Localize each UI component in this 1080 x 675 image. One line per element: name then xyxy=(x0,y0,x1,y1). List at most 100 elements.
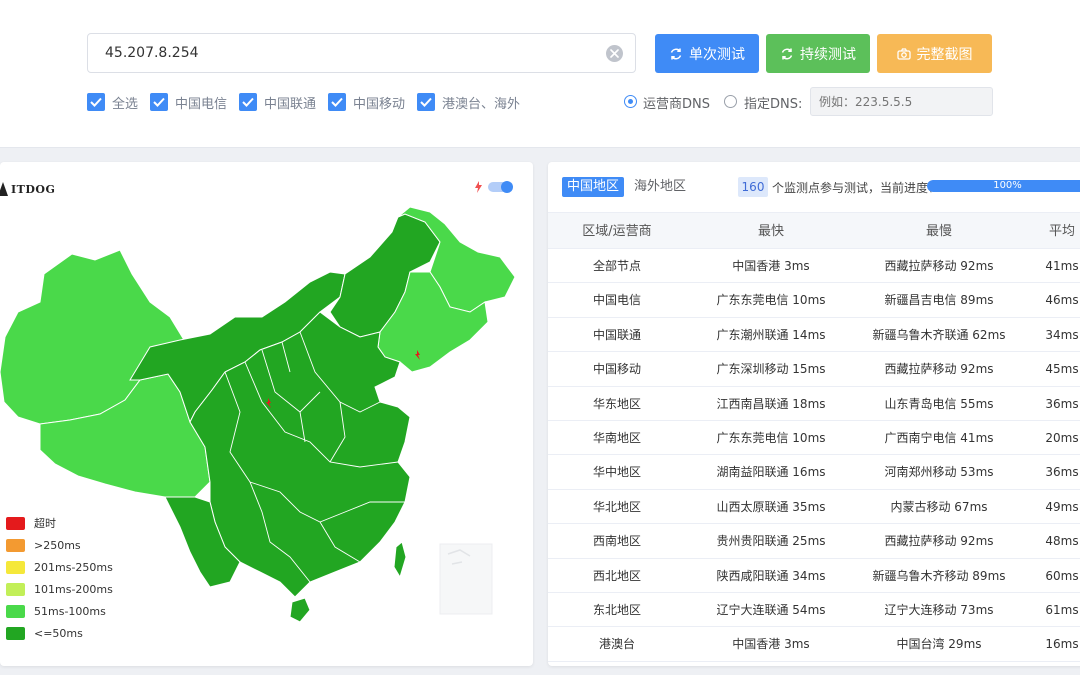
cell-slowest: 广西南宁电信 41ms xyxy=(884,430,994,445)
refresh-icon xyxy=(670,48,682,59)
cell-average: 41ms xyxy=(1045,259,1079,273)
filter-label: 全选 xyxy=(112,96,139,112)
table-row[interactable]: 华东地区 江西南昌联通 18ms 山东青岛电信 55ms 36ms xyxy=(548,387,1080,421)
latency-legend: 超时 >250ms 201ms-250ms 101ms-200ms 51ms-1… xyxy=(6,512,113,644)
latency-map-card: ITDOG 超时 >250ms 201ms-250ms 101ms-200ms … xyxy=(0,162,533,666)
cell-fastest: 广东深圳移动 15ms xyxy=(716,362,826,377)
header-slowest[interactable]: 最慢 xyxy=(856,213,1022,250)
table-body: 全部节点 中国香港 3ms 西藏拉萨移动 92ms 41ms 中国电信 广东东莞电信 1… xyxy=(548,249,1080,662)
cell-fastest: 辽宁大连联通 54ms xyxy=(716,602,826,617)
table-row[interactable]: 中国移动 广东深圳移动 15ms 西藏拉萨移动 92ms 45ms xyxy=(548,352,1080,387)
legend-swatch xyxy=(6,626,25,640)
legend-swatch xyxy=(6,560,25,574)
cell-slowest: 西藏拉萨移动 92ms xyxy=(884,259,994,273)
cell-fastest: 中国香港 3ms xyxy=(732,637,810,652)
cell-fastest: 湖南益阳联通 16ms xyxy=(716,465,826,480)
custom-dns-input[interactable] xyxy=(810,87,993,116)
table-row[interactable]: 华中地区 湖南益阳联通 16ms 河南郑州移动 53ms 36ms xyxy=(548,455,1080,490)
single-test-button[interactable]: 单次测试 xyxy=(655,34,759,73)
single-test-label: 单次测试 xyxy=(689,46,745,63)
cell-region: 中国联通 xyxy=(592,327,641,342)
cell-average: 16ms xyxy=(1045,637,1079,652)
table-row[interactable]: 东北地区 辽宁大连联通 54ms 辽宁大连移动 73ms 61ms xyxy=(548,593,1080,628)
legend-label: <=50ms xyxy=(34,626,83,640)
carrier-dns-radio[interactable] xyxy=(624,95,637,108)
cell-region: 东北地区 xyxy=(592,602,641,617)
filter-label: 港澳台、海外 xyxy=(442,96,521,112)
screenshot-label: 完整截图 xyxy=(916,46,973,63)
legend-item[interactable]: 超时 xyxy=(6,512,113,534)
table-row[interactable]: 西南地区 贵州贵阳联通 25ms 西藏拉萨移动 92ms 48ms xyxy=(548,524,1080,559)
cell-average: 49ms xyxy=(1045,499,1079,514)
tab-china[interactable]: 中国地区 xyxy=(562,177,625,197)
cell-average: 61ms xyxy=(1045,602,1079,617)
continuous-test-button[interactable]: 持续测试 xyxy=(766,34,870,73)
table-header: 区域/运营商 最快 最慢 平均 xyxy=(548,212,1080,249)
filter-telecom-checkbox[interactable]: 中国电信 xyxy=(150,92,227,112)
table-row[interactable]: 全部节点 中国香港 3ms 西藏拉萨移动 92ms 41ms xyxy=(548,249,1080,284)
filter-all-checkbox[interactable]: 全选 xyxy=(87,92,138,112)
progress-text: 个监测点参与测试，当前进度： xyxy=(772,181,941,195)
camera-icon xyxy=(896,47,911,60)
cell-region: 中国电信 xyxy=(592,293,641,308)
custom-dns-radio[interactable] xyxy=(724,95,737,108)
cell-average: 48ms xyxy=(1045,534,1079,549)
table-row[interactable]: 中国联通 广东潮州联通 14ms 新疆乌鲁木齐联通 62ms 34ms xyxy=(548,318,1080,353)
legend-item[interactable]: 201ms-250ms xyxy=(6,556,113,578)
map-region-hainan xyxy=(289,597,311,623)
cell-slowest: 西藏拉萨移动 92ms xyxy=(884,362,994,377)
cell-average: 45ms xyxy=(1045,362,1079,377)
header-fastest[interactable]: 最快 xyxy=(686,213,856,250)
filter-overseas-checkbox[interactable]: 港澳台、海外 xyxy=(417,92,520,112)
carrier-dns-label: 运营商DNS xyxy=(643,97,710,112)
cell-average: 36ms xyxy=(1045,396,1079,411)
table-row[interactable]: 华北地区 山西太原联通 35ms 内蒙古移动 67ms 49ms xyxy=(548,490,1080,525)
legend-label: 超时 xyxy=(34,517,56,530)
map-region-taiwan xyxy=(393,541,407,579)
header-average[interactable]: 平均 xyxy=(1022,213,1080,250)
cell-average: 60ms xyxy=(1045,568,1079,583)
results-card: 中国地区 海外地区 160 个监测点参与测试，当前进度： 100% 区域/运营商… xyxy=(548,162,1080,666)
clear-icon[interactable] xyxy=(606,45,623,62)
table-row[interactable]: 中国电信 广东东莞电信 10ms 新疆昌吉电信 89ms 46ms xyxy=(548,283,1080,318)
cell-average: 46ms xyxy=(1045,293,1079,308)
continuous-test-label: 持续测试 xyxy=(800,46,856,63)
legend-label: >250ms xyxy=(34,538,81,552)
legend-item[interactable]: 51ms-100ms xyxy=(6,600,113,622)
bolt-icon xyxy=(475,181,482,193)
logo-icon xyxy=(0,182,8,196)
cell-slowest: 山东青岛电信 55ms xyxy=(884,396,994,411)
south-sea-inset xyxy=(439,543,493,615)
filter-label: 中国电信 xyxy=(175,96,228,112)
checkbox-checked-icon xyxy=(150,93,168,111)
legend-swatch xyxy=(6,516,25,530)
table-row[interactable]: 西北地区 陕西咸阳联通 34ms 新疆乌鲁木齐移动 89ms 60ms xyxy=(548,559,1080,593)
legend-swatch xyxy=(6,604,25,618)
cell-slowest: 中国台湾 29ms xyxy=(896,637,982,652)
cell-slowest: 河南郑州移动 53ms xyxy=(884,465,994,480)
legend-item[interactable]: 101ms-200ms xyxy=(6,578,113,600)
checkbox-checked-icon xyxy=(328,93,346,111)
table-row[interactable]: 华南地区 广东东莞电信 10ms 广西南宁电信 41ms 20ms xyxy=(548,421,1080,456)
screenshot-button[interactable]: 完整截图 xyxy=(877,34,992,73)
cell-slowest: 西藏拉萨移动 92ms xyxy=(884,534,994,549)
cell-fastest: 江西南昌联通 18ms xyxy=(716,396,826,411)
checkbox-checked-icon xyxy=(417,93,435,111)
table-row[interactable]: 港澳台 中国香港 3ms 中国台湾 29ms 16ms xyxy=(548,627,1080,662)
filter-label: 中国联通 xyxy=(264,96,317,112)
target-ip-input[interactable] xyxy=(88,34,588,72)
filter-unicom-checkbox[interactable]: 中国联通 xyxy=(239,92,316,112)
legend-item[interactable]: >250ms xyxy=(6,534,113,556)
tab-overseas[interactable]: 海外地区 xyxy=(629,177,691,197)
checkbox-checked-icon xyxy=(87,93,105,111)
cell-average: 36ms xyxy=(1045,465,1079,480)
custom-dns-label: 指定DNS: xyxy=(744,97,803,112)
cell-region: 华北地区 xyxy=(592,499,641,514)
header-region[interactable]: 区域/运营商 xyxy=(548,213,686,250)
cell-region: 华南地区 xyxy=(592,430,641,445)
legend-item[interactable]: <=50ms xyxy=(6,622,113,644)
map-mode-toggle[interactable] xyxy=(488,181,513,193)
itdog-logo: ITDOG xyxy=(0,182,55,196)
filter-mobile-checkbox[interactable]: 中国移动 xyxy=(328,92,405,112)
cell-slowest: 内蒙古移动 67ms xyxy=(890,499,988,514)
